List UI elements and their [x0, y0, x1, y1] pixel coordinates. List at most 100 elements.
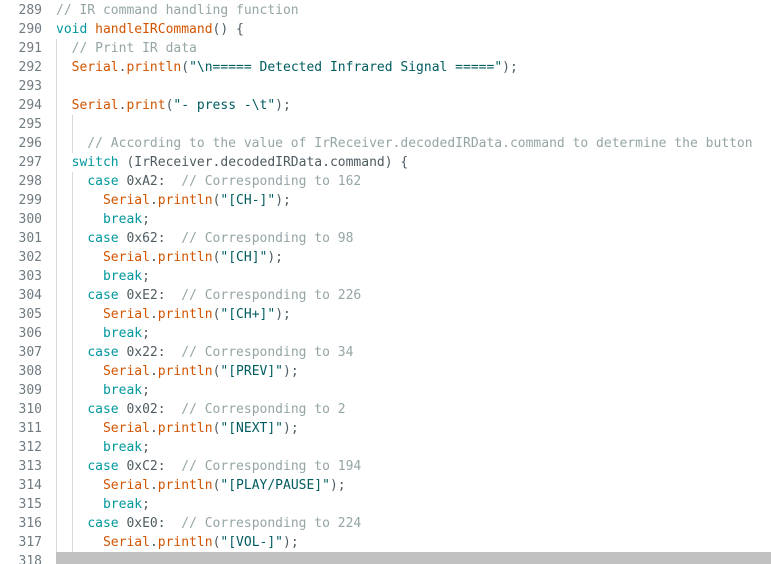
code-text: Serial.println("[PREV]"); [56, 362, 299, 381]
code-token: 0xE0: [118, 516, 182, 531]
code-token: // Corresponding to 224 [181, 516, 362, 531]
code-token: case [87, 288, 119, 303]
code-token: 0x02: [118, 402, 182, 417]
code-token: Serial [102, 478, 150, 493]
code-token: ); [283, 421, 299, 436]
line-number: 307 [18, 345, 42, 360]
code-line[interactable]: 299 Serial.println("[CH-]"); [0, 191, 771, 210]
line-number: 302 [18, 250, 42, 265]
code-token: ( [181, 60, 190, 75]
code-line[interactable]: 304 case 0xE2: // Corresponding to 226 [0, 286, 771, 305]
code-line[interactable]: 291 // Print IR data [0, 39, 771, 58]
code-token: println [157, 193, 213, 208]
code-line[interactable]: 302 Serial.println("[CH]"); [0, 248, 771, 267]
code-token: "[CH+]" [220, 307, 276, 322]
code-text: case 0xE0: // Corresponding to 224 [56, 514, 361, 533]
code-line[interactable]: 303 break; [0, 267, 771, 286]
code-token: println [157, 421, 213, 436]
code-token: Serial [102, 307, 150, 322]
code-token: println [157, 535, 213, 550]
code-line[interactable]: 317 Serial.println("[VOL-]"); [0, 533, 771, 552]
code-token: 0x22: [118, 345, 182, 360]
code-line[interactable]: 300 break; [0, 210, 771, 229]
code-token: 0xE2: [118, 288, 182, 303]
line-number: 311 [18, 421, 42, 436]
code-token: print [126, 98, 166, 113]
code-line[interactable]: 298 case 0xA2: // Corresponding to 162 [0, 172, 771, 191]
code-token: Serial [102, 250, 150, 265]
code-token: // Corresponding to 2 [181, 402, 346, 417]
code-text: case 0x22: // Corresponding to 34 [56, 343, 353, 362]
line-number: 289 [18, 3, 42, 18]
code-token: handleIRCommand [95, 22, 213, 37]
horizontal-scrollbar[interactable] [56, 552, 771, 564]
code-line[interactable]: 312 break; [0, 438, 771, 457]
code-token: // According to the value of IrReceiver.… [56, 136, 753, 151]
code-token: "\n===== Detected Infrared Signal =====" [189, 60, 503, 75]
code-line[interactable]: 310 case 0x02: // Corresponding to 2 [0, 400, 771, 419]
code-line[interactable]: 293 [0, 77, 771, 96]
code-token: ; [142, 326, 150, 341]
code-line[interactable]: 297 switch (IrReceiver.decodedIRData.com… [0, 153, 771, 172]
code-token: ); [275, 193, 291, 208]
code-text: Serial.println("\n===== Detected Infrare… [56, 58, 518, 77]
code-token: 0x62: [118, 231, 182, 246]
code-token: ; [142, 383, 150, 398]
code-token: println [157, 307, 213, 322]
line-number: 314 [18, 478, 42, 493]
code-line[interactable]: 306 break; [0, 324, 771, 343]
line-number: 312 [18, 440, 42, 455]
code-text: case 0x02: // Corresponding to 2 [56, 400, 346, 419]
code-editor[interactable]: 289 // IR command handling function 290 voi… [0, 0, 771, 564]
code-line[interactable]: 296 // According to the value of IrRecei… [0, 134, 771, 153]
code-token: ; [142, 212, 150, 227]
code-token: "[NEXT]" [220, 421, 284, 436]
indent-guide [72, 172, 73, 564]
indent-guide [72, 115, 73, 153]
code-token: "[PREV]" [220, 364, 284, 379]
code-token: break [102, 212, 143, 227]
code-line[interactable]: 301 case 0x62: // Corresponding to 98 [0, 229, 771, 248]
indent-guide [56, 39, 57, 564]
code-text: Serial.println("[VOL-]"); [56, 533, 299, 552]
code-text: // Print IR data [56, 39, 197, 58]
code-line[interactable]: 309 break; [0, 381, 771, 400]
code-line[interactable]: 311 Serial.println("[NEXT]"); [0, 419, 771, 438]
code-token: "[CH-]" [220, 193, 276, 208]
code-line[interactable]: 307 case 0x22: // Corresponding to 34 [0, 343, 771, 362]
code-token: break [102, 326, 143, 341]
code-line[interactable]: 292 Serial.println("\n===== Detected Inf… [0, 58, 771, 77]
code-token: () { [212, 22, 244, 37]
line-number: 315 [18, 497, 42, 512]
code-text: break; [56, 324, 150, 343]
code-token: Serial [71, 60, 119, 75]
code-line[interactable]: 313 case 0xC2: // Corresponding to 194 [0, 457, 771, 476]
code-token: . [149, 250, 158, 265]
code-line[interactable]: 315 break; [0, 495, 771, 514]
code-line[interactable]: 295 [0, 115, 771, 134]
line-number: 298 [18, 174, 42, 189]
line-number: 308 [18, 364, 42, 379]
code-text: break; [56, 210, 150, 229]
code-line[interactable]: 305 Serial.println("[CH+]"); [0, 305, 771, 324]
line-number: 293 [18, 79, 42, 94]
code-line[interactable]: 314 Serial.println("[PLAY/PAUSE]"); [0, 476, 771, 495]
code-line[interactable]: 290 void handleIRCommand() { [0, 20, 771, 39]
code-token: "[VOL-]" [220, 535, 284, 550]
code-token: "- press -\t" [173, 98, 276, 113]
code-token: // IR command handling function [56, 3, 299, 18]
code-line[interactable]: 316 case 0xE0: // Corresponding to 224 [0, 514, 771, 533]
line-number: 303 [18, 269, 42, 284]
code-line[interactable]: 308 Serial.println("[PREV]"); [0, 362, 771, 381]
code-token: println [157, 364, 213, 379]
code-token: case [87, 231, 119, 246]
line-number: 318 [18, 554, 42, 564]
code-token: void [56, 22, 88, 37]
code-line[interactable]: 289 // IR command handling function [0, 1, 771, 20]
code-token: println [126, 60, 182, 75]
code-line[interactable]: 294 Serial.print("- press -\t"); [0, 96, 771, 115]
line-number: 299 [18, 193, 42, 208]
